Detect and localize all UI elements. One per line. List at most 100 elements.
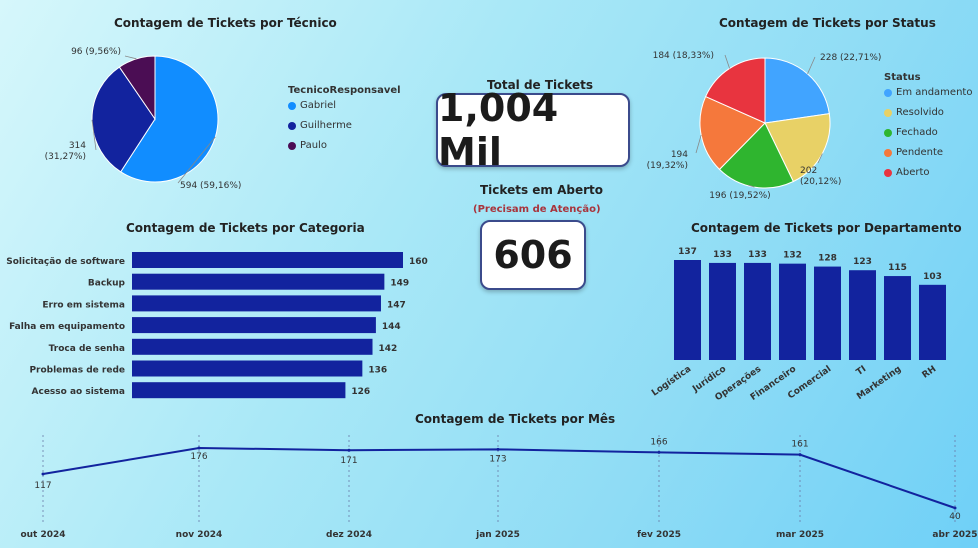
mes-data-label: 40 — [949, 512, 961, 522]
departamento-data-label: 132 — [783, 251, 802, 261]
categoria-bar[interactable] — [132, 295, 381, 312]
departamento-bar[interactable] — [709, 262, 736, 360]
categoria-tick-label: Problemas de rede — [29, 366, 125, 376]
legend-item-status[interactable]: Aberto — [884, 167, 930, 178]
mes-tick-label: out 2024 — [20, 530, 65, 540]
categoria-tick-label: Falha em equipamento — [9, 322, 125, 332]
categoria-bar[interactable] — [132, 338, 373, 355]
chart-title-mes: Contagem de Tickets por Mês — [415, 412, 616, 426]
chart-title-status: Contagem de Tickets por Status — [719, 16, 936, 30]
legend-label: Pendente — [896, 147, 944, 158]
kpi-total-value: 1,004 Mil — [438, 86, 559, 174]
departamento-bar[interactable] — [744, 262, 771, 360]
tecnico-data-label: 314 — [69, 141, 86, 151]
legend-color-dot — [884, 148, 892, 157]
mes-tick-label: dez 2024 — [326, 530, 372, 540]
legend-color-dot — [884, 88, 892, 97]
mes-data-label: 173 — [489, 454, 506, 464]
status-data-label: 202 — [800, 166, 817, 176]
mes-data-label: 171 — [340, 456, 357, 466]
legend-color-dot — [884, 108, 892, 117]
mes-point[interactable] — [496, 447, 500, 451]
chart-title-tecnico: Contagem de Tickets por Técnico — [114, 16, 337, 30]
legend-item-status[interactable]: Em andamento — [884, 87, 972, 98]
categoria-data-label: 144 — [382, 322, 401, 332]
categoria-bar[interactable] — [132, 273, 385, 290]
departamento-data-label: 133 — [713, 250, 732, 260]
kpi-open-value: 606 — [493, 233, 573, 277]
departamento-tick-label: RH — [921, 364, 939, 380]
mes-point[interactable] — [953, 506, 957, 510]
legend-color-dot — [288, 101, 296, 110]
mes-point[interactable] — [197, 446, 201, 450]
departamento-bar[interactable] — [674, 260, 701, 360]
categoria-bar[interactable] — [132, 360, 363, 377]
mes-point[interactable] — [41, 472, 45, 476]
legend-label: Em andamento — [896, 87, 973, 98]
departamento-bar[interactable] — [919, 284, 946, 360]
mes-tick-label: abr 2025 — [932, 530, 977, 540]
chart-title-categoria: Contagem de Tickets por Categoria — [126, 221, 365, 235]
departamento-data-label: 115 — [888, 263, 907, 273]
kpi-total-card: 1,004 Mil — [436, 86, 630, 174]
bar-chart-departamento: 137Logística133Jurídico133Operações132Fi… — [650, 247, 946, 403]
tecnico-data-label: 96 (9,56%) — [71, 47, 121, 57]
status-leader-line — [695, 135, 702, 154]
mes-point[interactable] — [657, 450, 661, 454]
categoria-data-label: 126 — [351, 387, 370, 397]
legend-color-dot — [884, 128, 892, 137]
tecnico-leader-line — [124, 55, 137, 60]
kpi-open-card: 606 — [480, 220, 586, 290]
status-leader-line — [724, 54, 730, 69]
categoria-data-label: 160 — [409, 257, 428, 267]
departamento-data-label: 123 — [853, 257, 872, 267]
status-data-label: (19,32%) — [647, 161, 688, 171]
chart-title-departamento: Contagem de Tickets por Departamento — [691, 221, 962, 235]
legend-item-status[interactable]: Resolvido — [884, 107, 944, 118]
legend-item-status[interactable]: Pendente — [884, 147, 943, 158]
categoria-tick-label: Acesso ao sistema — [32, 387, 125, 397]
mes-data-label: 166 — [650, 437, 667, 447]
tecnico-data-label: 594 (59,16%) — [180, 181, 241, 191]
departamento-data-label: 133 — [748, 250, 767, 260]
mes-data-label: 161 — [791, 440, 808, 450]
categoria-tick-label: Backup — [88, 279, 126, 289]
legend-color-dot — [288, 141, 296, 150]
legend-item-tecnico[interactable]: Paulo — [288, 140, 327, 151]
pie-chart-status: 228 (22,71%) 202(20,12%) 196 (19,52%) 194(1… — [647, 51, 882, 201]
categoria-bar[interactable] — [132, 382, 346, 399]
mes-tick-label: mar 2025 — [776, 530, 824, 540]
categoria-data-label: 149 — [390, 279, 409, 289]
categoria-tick-label: Solicitação de software — [6, 257, 125, 267]
legend-color-dot — [884, 168, 892, 177]
categoria-bar[interactable] — [132, 317, 376, 334]
departamento-bar[interactable] — [849, 270, 876, 360]
status-data-label: (20,12%) — [800, 177, 841, 187]
categoria-data-label: 136 — [368, 366, 387, 376]
departamento-data-label: 137 — [678, 247, 697, 257]
legend-item-tecnico[interactable]: Guilherme — [288, 120, 352, 131]
mes-point[interactable] — [798, 453, 802, 457]
legend-title-tecnico: TecnicoResponsavel — [288, 85, 401, 96]
status-data-label: 184 (18,33%) — [653, 51, 714, 61]
status-data-label: 228 (22,71%) — [820, 53, 881, 63]
legend-color-dot — [288, 121, 296, 130]
mes-data-label: 176 — [190, 452, 207, 462]
status-slice-em-andamento[interactable] — [764, 57, 830, 124]
mes-point[interactable] — [347, 448, 351, 452]
legend-label: Aberto — [896, 167, 930, 178]
status-data-label: 194 — [671, 150, 688, 160]
departamento-bar[interactable] — [779, 263, 806, 360]
departamento-data-label: 128 — [818, 254, 837, 264]
legend-item-tecnico[interactable]: Gabriel — [288, 100, 336, 111]
categoria-bar[interactable] — [132, 252, 403, 268]
tecnico-data-label: (31,27%) — [45, 152, 86, 162]
legend-item-status[interactable]: Fechado — [884, 127, 938, 138]
departamento-bar[interactable] — [884, 276, 911, 360]
categoria-tick-label: Troca de senha — [49, 344, 125, 354]
status-leader-line — [807, 56, 816, 75]
legend-label: Paulo — [300, 140, 327, 151]
kpi-open-subtitle: (Precisam de Atenção) — [473, 204, 601, 215]
departamento-bar[interactable] — [814, 266, 841, 360]
mes-tick-label: jan 2025 — [475, 530, 520, 540]
